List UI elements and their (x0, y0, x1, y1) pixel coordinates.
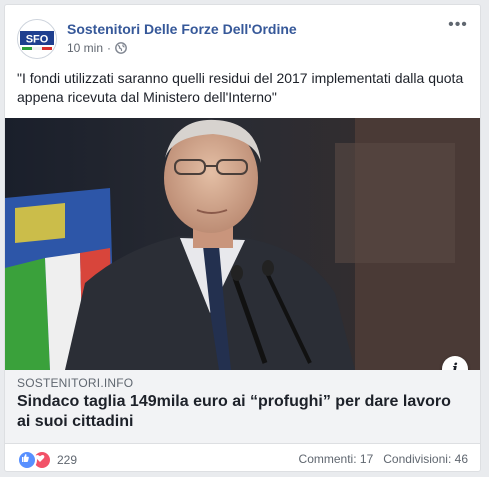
shares-label: Condivisioni: (383, 452, 452, 466)
post-footer: 229 Commenti: 17 Condivisioni: 46 (5, 446, 480, 471)
post-card: SFO Sostenitori Delle Forze Dell'Ordine … (4, 4, 481, 472)
link-preview-box[interactable]: SOSTENITORI.INFO Sindaco taglia 149mila … (5, 370, 480, 444)
shares-count: 46 (454, 452, 468, 466)
shares-link[interactable]: Condivisioni: 46 (383, 452, 468, 466)
post-header: SFO Sostenitori Delle Forze Dell'Ordine … (5, 5, 480, 65)
link-domain: SOSTENITORI.INFO (17, 376, 134, 390)
like-reaction-icon (17, 450, 37, 470)
page-avatar[interactable]: SFO (17, 19, 57, 59)
comments-link[interactable]: Commenti: 17 (299, 452, 374, 466)
post-message: "I fondi utilizzati saranno quelli resid… (17, 70, 464, 105)
globe-icon[interactable] (115, 42, 127, 54)
reaction-count: 229 (57, 453, 78, 467)
link-preview-image[interactable]: i (5, 118, 480, 370)
post-meta: 10 min · (67, 41, 127, 55)
comments-label: Commenti: (298, 452, 357, 466)
sfo-logo-icon: SFO (18, 20, 56, 58)
comments-count: 17 (359, 452, 374, 466)
reactions-summary[interactable]: 229 (17, 450, 77, 470)
more-options-icon[interactable]: ••• (446, 17, 470, 37)
meta-separator: · (107, 41, 112, 55)
page-name-link[interactable]: Sostenitori Delle Forze Dell'Ordine (67, 21, 297, 37)
engagement-stats: Commenti: 17 Condivisioni: 46 (299, 452, 468, 466)
preview-photo (5, 118, 480, 370)
link-title[interactable]: Sindaco taglia 149mila euro ai “profughi… (17, 392, 468, 432)
post-timestamp[interactable]: 10 min (67, 41, 103, 55)
svg-text:SFO: SFO (26, 34, 49, 46)
